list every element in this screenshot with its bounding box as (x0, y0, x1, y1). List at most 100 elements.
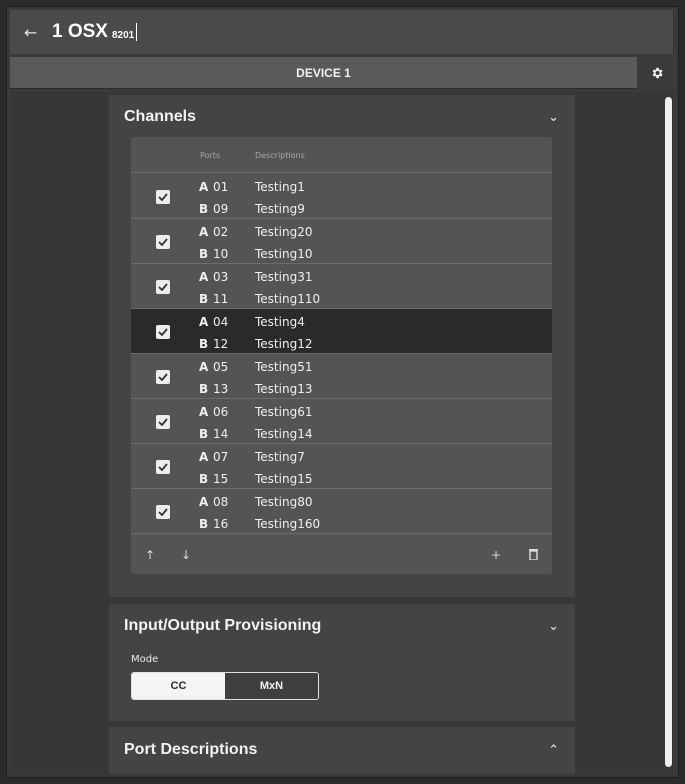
scrollbar-thumb[interactable] (665, 97, 672, 767)
port-line-a: A 03 Testing31 (199, 270, 312, 284)
port-side: B (199, 427, 209, 441)
port-number: 12 (213, 337, 229, 351)
table-row[interactable]: A 06 Testing61 B 14 Testing14 (131, 399, 552, 444)
device-tab[interactable]: DEVICE 1 (10, 57, 637, 89)
gear-icon (652, 67, 663, 79)
port-description: Testing4 (255, 315, 305, 329)
port-side: A (199, 495, 209, 509)
row-checkbox[interactable] (156, 370, 170, 384)
arrow-up-icon[interactable]: ↑ (145, 548, 155, 562)
text-caret (136, 23, 138, 41)
table-row[interactable]: A 05 Testing51 B 13 Testing13 (131, 354, 552, 399)
channels-table: Ports Descriptions A 01 Testing1 B 09 Testing… (131, 137, 552, 574)
arrow-down-icon[interactable]: ↓ (181, 548, 191, 562)
table-row[interactable]: A 07 Testing7 B 15 Testing15 (131, 444, 552, 489)
page-title[interactable]: 1 OSX (52, 21, 108, 43)
trash-icon[interactable] (529, 549, 538, 563)
channels-title: Channels (124, 108, 197, 125)
check-icon (158, 373, 168, 381)
port-description: Testing61 (255, 405, 313, 419)
port-description: Testing20 (255, 225, 313, 239)
port-description: Testing15 (255, 472, 313, 486)
port-number: 16 (213, 517, 229, 531)
back-arrow-icon[interactable]: ← (24, 23, 46, 42)
port-number: 11 (213, 292, 229, 306)
port-side: B (199, 337, 209, 351)
port-line-a: A 01 Testing1 (199, 180, 305, 194)
chevron-up-icon[interactable]: ⌃ (548, 743, 559, 758)
port-number: 03 (213, 270, 229, 284)
port-number: 05 (213, 360, 229, 374)
table-footer: ↑ ↓ + (131, 541, 552, 569)
table-row[interactable]: A 02 Testing20 B 10 Testing10 (131, 219, 552, 264)
settings-button[interactable] (640, 57, 673, 89)
port-number: 04 (213, 315, 229, 329)
port-number: 01 (213, 180, 229, 194)
port-description: Testing110 (255, 292, 321, 306)
port-side: A (199, 270, 209, 284)
port-side: B (199, 382, 209, 396)
table-row[interactable]: A 03 Testing31 B 11 Testing110 (131, 264, 552, 309)
table-row[interactable]: A 08 Testing80 B 16 Testing160 (131, 489, 552, 534)
check-icon (158, 193, 168, 201)
row-checkbox[interactable] (156, 415, 170, 429)
mode-option-mxn[interactable]: MxN (225, 673, 318, 699)
row-checkbox[interactable] (156, 505, 170, 519)
mode-toggle: CC MxN (131, 672, 319, 700)
port-side: B (199, 247, 209, 261)
port-side: B (199, 472, 209, 486)
port-number: 09 (213, 202, 229, 216)
port-descriptions-title: Port Descriptions (124, 741, 258, 758)
check-icon (158, 283, 168, 291)
port-number: 14 (213, 427, 229, 441)
port-side: A (199, 450, 209, 464)
port-line-b: B 09 Testing9 (199, 202, 305, 216)
page-subtitle[interactable]: 8201 (112, 30, 134, 41)
port-side: A (199, 315, 209, 329)
port-descriptions-header[interactable]: Port Descriptions ⌃ (109, 727, 575, 773)
port-line-b: B 14 Testing14 (199, 427, 312, 441)
port-line-a: A 05 Testing51 (199, 360, 312, 374)
port-number: 06 (213, 405, 229, 419)
port-line-b: B 11 Testing110 (199, 292, 320, 306)
table-row[interactable]: A 01 Testing1 B 09 Testing9 (131, 174, 552, 219)
mode-option-cc[interactable]: CC (132, 673, 225, 699)
port-side: B (199, 202, 209, 216)
check-icon (158, 508, 168, 516)
column-header-descriptions: Descriptions (255, 151, 305, 160)
port-description: Testing9 (255, 202, 305, 216)
port-line-a: A 06 Testing61 (199, 405, 312, 419)
port-number: 10 (213, 247, 229, 261)
row-checkbox[interactable] (156, 280, 170, 294)
port-description: Testing7 (255, 450, 305, 464)
port-line-a: A 08 Testing80 (199, 495, 312, 509)
port-description: Testing14 (255, 427, 313, 441)
port-description: Testing31 (255, 270, 313, 284)
provisioning-header[interactable]: Input/Output Provisioning ⌄ (109, 604, 575, 648)
row-checkbox[interactable] (156, 460, 170, 474)
channels-header[interactable]: Channels ⌄ (109, 95, 575, 139)
port-description: Testing1 (255, 180, 305, 194)
table-row[interactable]: A 04 Testing4 B 12 Testing12 (131, 309, 552, 354)
table-header: Ports Descriptions (131, 137, 552, 173)
provisioning-panel: Input/Output Provisioning ⌄ (109, 604, 575, 721)
port-side: B (199, 292, 209, 306)
row-checkbox[interactable] (156, 235, 170, 249)
port-description: Testing160 (255, 517, 321, 531)
row-checkbox[interactable] (156, 190, 170, 204)
port-number: 13 (213, 382, 229, 396)
title-bar: ← 1 OSX 8201 (10, 10, 673, 54)
row-checkbox[interactable] (156, 325, 170, 339)
chevron-down-icon[interactable]: ⌄ (548, 110, 559, 125)
port-side: A (199, 405, 209, 419)
plus-icon[interactable]: + (491, 548, 501, 562)
port-line-b: B 16 Testing160 (199, 517, 320, 531)
chevron-down-icon[interactable]: ⌄ (548, 619, 559, 634)
trash-svg (529, 549, 538, 561)
port-line-a: A 07 Testing7 (199, 450, 305, 464)
port-description: Testing12 (255, 337, 313, 351)
port-description: Testing51 (255, 360, 313, 374)
port-description: Testing13 (255, 382, 313, 396)
port-side: A (199, 225, 209, 239)
column-header-ports: Ports (200, 151, 221, 160)
